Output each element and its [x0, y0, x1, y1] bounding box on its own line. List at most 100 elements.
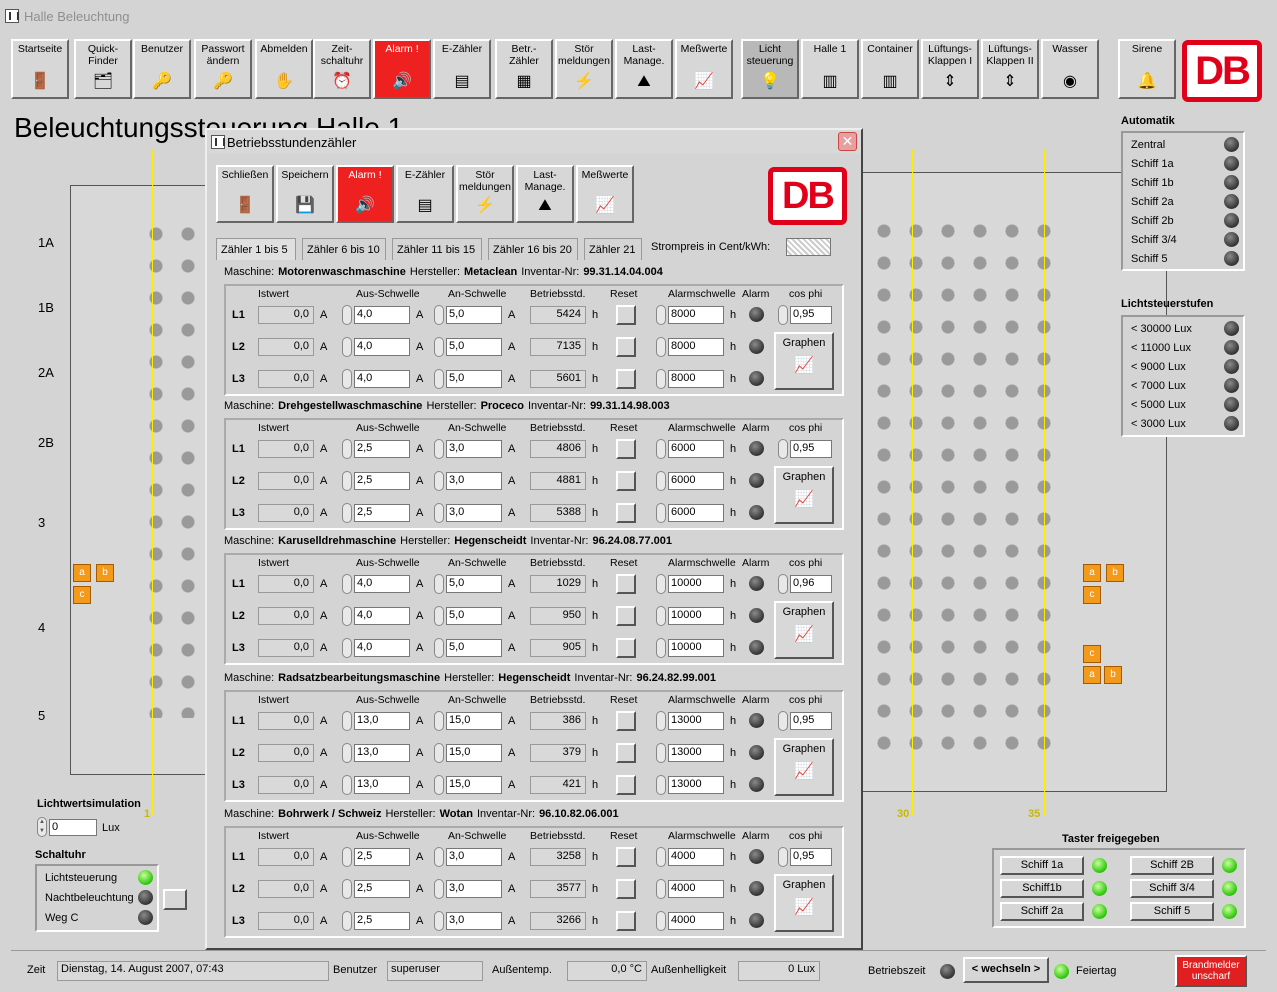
graphen-button[interactable]: Graphen 📈	[774, 466, 834, 524]
alarmschwelle-spinner[interactable]	[656, 369, 666, 389]
aus-schwelle-input[interactable]: 2,5	[354, 440, 410, 458]
alarmschwelle-input[interactable]: 10000	[668, 607, 724, 625]
aus-schwelle-input[interactable]: 4,0	[354, 306, 410, 324]
toolbar-button-last[interactable]: Last- Manage. ⛰	[615, 39, 673, 99]
an-spinner[interactable]	[434, 439, 444, 459]
reset-button[interactable]	[616, 503, 636, 523]
toolbar-button-lüftungs[interactable]: Lüftungs- Klappen II ⇕	[981, 39, 1039, 99]
alarmschwelle-input[interactable]: 8000	[668, 306, 724, 324]
aus-schwelle-input[interactable]: 2,5	[354, 880, 410, 898]
alarmschwelle-input[interactable]: 6000	[668, 472, 724, 490]
marker-c[interactable]: c	[73, 586, 91, 604]
cosphi-spinner[interactable]	[778, 847, 788, 867]
aus-schwelle-input[interactable]: 2,5	[354, 912, 410, 930]
marker-c[interactable]: c	[1083, 586, 1101, 604]
taster-button[interactable]: Schiff 2a	[1000, 902, 1084, 921]
alarmschwelle-spinner[interactable]	[656, 847, 666, 867]
alarmschwelle-input[interactable]: 10000	[668, 575, 724, 593]
alarmschwelle-input[interactable]: 4000	[668, 912, 724, 930]
alarmschwelle-input[interactable]: 8000	[668, 370, 724, 388]
aus-schwelle-input[interactable]: 4,0	[354, 639, 410, 657]
alarmschwelle-spinner[interactable]	[656, 305, 666, 325]
taster-button[interactable]: Schiff1b	[1000, 879, 1084, 898]
reset-button[interactable]	[616, 337, 636, 357]
marker-c[interactable]: c	[1083, 645, 1101, 663]
cosphi-input[interactable]: 0,96	[790, 575, 832, 593]
taster-button[interactable]: Schiff 3/4	[1130, 879, 1214, 898]
an-spinner[interactable]	[434, 305, 444, 325]
alarmschwelle-spinner[interactable]	[656, 638, 666, 658]
toolbar-button-licht[interactable]: Licht steuerung 💡	[741, 39, 799, 99]
marker-b[interactable]: b	[1106, 564, 1124, 582]
cosphi-spinner[interactable]	[778, 574, 788, 594]
lichtwert-spinner[interactable]: ▲ ▼	[37, 817, 47, 837]
reset-button[interactable]	[616, 638, 636, 658]
aus-spinner[interactable]	[342, 305, 352, 325]
marker-a[interactable]: a	[73, 564, 91, 582]
an-schwelle-input[interactable]: 3,0	[446, 440, 502, 458]
schaltuhr-button[interactable]	[163, 889, 187, 910]
cosphi-input[interactable]: 0,95	[790, 712, 832, 730]
tab-5[interactable]: Zähler 21	[584, 238, 642, 260]
cosphi-spinner[interactable]	[778, 711, 788, 731]
tab-4[interactable]: Zähler 16 bis 20	[488, 238, 578, 260]
cosphi-spinner[interactable]	[778, 439, 788, 459]
reset-button[interactable]	[616, 711, 636, 731]
reset-button[interactable]	[616, 606, 636, 626]
alarmschwelle-input[interactable]: 8000	[668, 338, 724, 356]
taster-button[interactable]: Schiff 5	[1130, 902, 1214, 921]
aus-schwelle-input[interactable]: 13,0	[354, 744, 410, 762]
graphen-button[interactable]: Graphen 📈	[774, 332, 834, 390]
dialog-toolbar-button[interactable]: Stör meldungen ⚡	[456, 165, 514, 223]
dialog-toolbar-button[interactable]: Alarm ! 🔊	[336, 165, 394, 223]
aus-schwelle-input[interactable]: 13,0	[354, 776, 410, 794]
close-icon[interactable]: ✕	[838, 132, 857, 151]
dialog-toolbar-button[interactable]: Schließen 🚪	[216, 165, 274, 223]
tab-1[interactable]: Zähler 1 bis 5	[216, 238, 296, 260]
alarmschwelle-input[interactable]: 4000	[668, 880, 724, 898]
alarmschwelle-spinner[interactable]	[656, 879, 666, 899]
reset-button[interactable]	[616, 911, 636, 931]
an-spinner[interactable]	[434, 337, 444, 357]
an-schwelle-input[interactable]: 15,0	[446, 712, 502, 730]
alarmschwelle-spinner[interactable]	[656, 775, 666, 795]
toolbar-button-startseite[interactable]: Startseite 🚪	[11, 39, 69, 99]
toolbar-button-sirene[interactable]: Sirene 🔔	[1118, 39, 1176, 99]
aus-spinner[interactable]	[342, 711, 352, 731]
aus-schwelle-input[interactable]: 2,5	[354, 504, 410, 522]
graphen-button[interactable]: Graphen 📈	[774, 874, 834, 932]
dialog-toolbar-button[interactable]: E-Zähler ▤	[396, 165, 454, 223]
toolbar-button-betr[interactable]: Betr.- Zähler ▦	[495, 39, 553, 99]
taster-button[interactable]: Schiff 1a	[1000, 856, 1084, 875]
an-schwelle-input[interactable]: 5,0	[446, 575, 502, 593]
cosphi-input[interactable]: 0,95	[790, 848, 832, 866]
an-schwelle-input[interactable]: 3,0	[446, 848, 502, 866]
wechseln-button[interactable]: < wechseln >	[963, 957, 1049, 983]
cosphi-input[interactable]: 0,95	[790, 306, 832, 324]
an-spinner[interactable]	[434, 574, 444, 594]
alarmschwelle-input[interactable]: 4000	[668, 848, 724, 866]
an-spinner[interactable]	[434, 847, 444, 867]
graphen-button[interactable]: Graphen 📈	[774, 738, 834, 796]
an-schwelle-input[interactable]: 5,0	[446, 370, 502, 388]
an-schwelle-input[interactable]: 3,0	[446, 472, 502, 490]
dialog-toolbar-button[interactable]: Last- Manage. ⛰	[516, 165, 574, 223]
marker-a[interactable]: a	[1083, 564, 1101, 582]
taster-button[interactable]: Schiff 2B	[1130, 856, 1214, 875]
an-schwelle-input[interactable]: 3,0	[446, 912, 502, 930]
an-spinner[interactable]	[434, 471, 444, 491]
toolbar-button-benutzer[interactable]: Benutzer 🔑	[133, 39, 191, 99]
an-schwelle-input[interactable]: 3,0	[446, 880, 502, 898]
an-schwelle-input[interactable]: 15,0	[446, 744, 502, 762]
marker-a[interactable]: a	[1083, 666, 1101, 684]
an-spinner[interactable]	[434, 879, 444, 899]
aus-spinner[interactable]	[342, 911, 352, 931]
alarmschwelle-spinner[interactable]	[656, 439, 666, 459]
an-spinner[interactable]	[434, 503, 444, 523]
toolbar-button-passwort[interactable]: Passwort ändern 🔑	[194, 39, 252, 99]
cosphi-input[interactable]: 0,95	[790, 440, 832, 458]
alarmschwelle-spinner[interactable]	[656, 503, 666, 523]
alarmschwelle-input[interactable]: 13000	[668, 712, 724, 730]
aus-spinner[interactable]	[342, 743, 352, 763]
aus-spinner[interactable]	[342, 606, 352, 626]
